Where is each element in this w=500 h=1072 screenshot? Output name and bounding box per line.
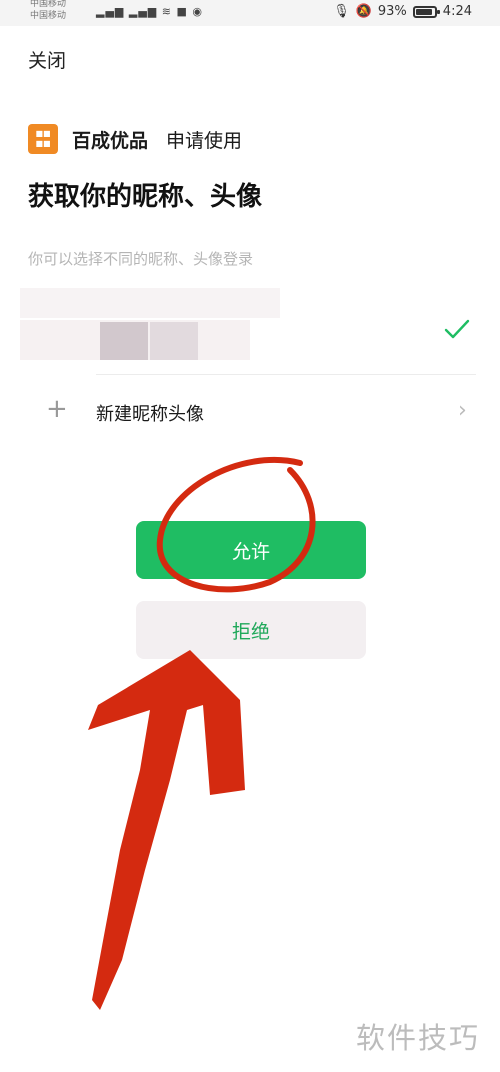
app-logo-icon: ■■ ■■: [35, 129, 51, 148]
mic-icon: 🎙: [333, 4, 350, 19]
carrier-labels: 中国移动 中国移动: [30, 0, 66, 22]
page-title: 获取你的昵称、头像: [28, 182, 263, 212]
battery-icon: [412, 5, 440, 18]
page-subtitle: 你可以选择不同的昵称、头像登录: [28, 250, 254, 268]
status-right: 🎙 🔕 93% 4:24: [333, 4, 472, 19]
signal-icon: ▂▄▆ ▂▄▆ ≋ ■ ◉: [96, 5, 203, 18]
status-bar: 中国移动 中国移动 ▂▄▆ ▂▄▆ ≋ ■ ◉ 🎙 🔕 93% 4:24: [0, 0, 500, 26]
carrier-2: 中国移动: [30, 11, 67, 21]
carrier-1: 中国移动: [30, 0, 67, 9]
clock: 4:24: [442, 4, 472, 19]
divider: [96, 374, 476, 375]
request-text: 申请使用: [166, 129, 243, 152]
blurred-avatar-right: [150, 322, 198, 360]
new-profile-option[interactable]: + 新建昵称头像 ›: [0, 382, 500, 438]
battery-percent: 93%: [377, 4, 407, 19]
app-info: ■■ ■■ 百成优品 申请使用: [28, 124, 242, 154]
blurred-avatar-left: [100, 322, 148, 360]
profile-option-current[interactable]: [0, 288, 500, 372]
watermark: 软件技巧: [356, 1021, 481, 1055]
annotation-arrow: [88, 650, 245, 1010]
mute-icon: 🔕: [355, 4, 372, 19]
new-profile-label: 新建昵称头像: [96, 404, 204, 425]
deny-button[interactable]: 拒绝: [136, 601, 366, 659]
blurred-nickname: [20, 288, 280, 318]
app-name: 百成优品: [72, 129, 149, 152]
allow-button[interactable]: 允许: [136, 521, 366, 579]
plus-icon: +: [46, 394, 68, 424]
app-logo: ■■ ■■: [28, 124, 58, 154]
check-icon: [444, 319, 470, 339]
chevron-right-icon: ›: [458, 398, 467, 423]
close-button[interactable]: 关闭: [28, 46, 66, 73]
